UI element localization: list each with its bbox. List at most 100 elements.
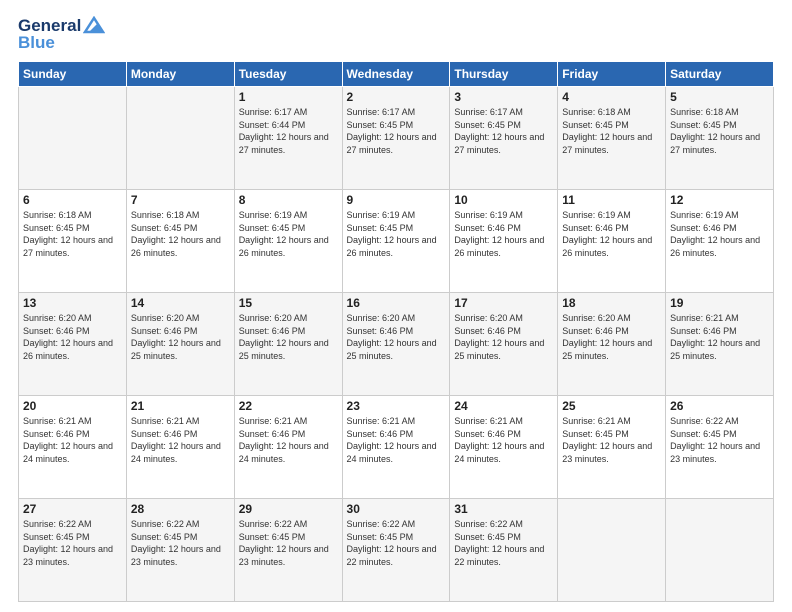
logo-icon — [83, 16, 105, 34]
day-cell: 2Sunrise: 6:17 AMSunset: 6:45 PMDaylight… — [342, 87, 450, 190]
day-header-friday: Friday — [558, 62, 666, 87]
day-number: 1 — [239, 90, 338, 104]
day-number: 8 — [239, 193, 338, 207]
day-info: Sunrise: 6:20 AMSunset: 6:46 PMDaylight:… — [239, 312, 338, 362]
day-info: Sunrise: 6:22 AMSunset: 6:45 PMDaylight:… — [670, 415, 769, 465]
week-row-3: 13 Sunrise: 6:20 AMSunset: 6:46 PMDayligh… — [19, 293, 774, 396]
calendar-header-row: SundayMondayTuesdayWednesdayThursdayFrid… — [19, 62, 774, 87]
day-info: Sunrise: 6:21 AMSunset: 6:46 PMDaylight:… — [131, 415, 230, 465]
header: General Blue — [18, 16, 774, 53]
week-row-4: 20 Sunrise: 6:21 AMSunset: 6:46 PMDayligh… — [19, 396, 774, 499]
day-cell: 6Sunrise: 6:18 AMSunset: 6:45 PMDaylight… — [19, 190, 127, 293]
day-number: 13 — [23, 296, 122, 310]
day-header-wednesday: Wednesday — [342, 62, 450, 87]
calendar-table: SundayMondayTuesdayWednesdayThursdayFrid… — [18, 61, 774, 602]
day-cell — [126, 87, 234, 190]
week-row-2: 6Sunrise: 6:18 AMSunset: 6:45 PMDaylight… — [19, 190, 774, 293]
day-info: Sunrise: 6:21 AMSunset: 6:46 PMDaylight:… — [347, 415, 446, 465]
day-cell: 22 Sunrise: 6:21 AMSunset: 6:46 PMDayligh… — [234, 396, 342, 499]
day-cell: 29Sunrise: 6:22 AMSunset: 6:45 PMDayligh… — [234, 499, 342, 602]
day-info: Sunrise: 6:17 AMSunset: 6:45 PMDaylight:… — [454, 106, 553, 156]
day-info: Sunrise: 6:22 AMSunset: 6:45 PMDaylight:… — [131, 518, 230, 568]
day-number: 17 — [454, 296, 553, 310]
day-cell: 26Sunrise: 6:22 AMSunset: 6:45 PMDayligh… — [666, 396, 774, 499]
day-info: Sunrise: 6:21 AMSunset: 6:46 PMDaylight:… — [23, 415, 122, 465]
day-info: Sunrise: 6:17 AMSunset: 6:44 PMDaylight:… — [239, 106, 338, 156]
day-header-saturday: Saturday — [666, 62, 774, 87]
day-info: Sunrise: 6:19 AMSunset: 6:46 PMDaylight:… — [562, 209, 661, 259]
day-info: Sunrise: 6:22 AMSunset: 6:45 PMDaylight:… — [347, 518, 446, 568]
day-number: 5 — [670, 90, 769, 104]
day-cell: 16 Sunrise: 6:20 AMSunset: 6:46 PMDayligh… — [342, 293, 450, 396]
day-cell: 5 Sunrise: 6:18 AMSunset: 6:45 PMDaylight… — [666, 87, 774, 190]
day-info: Sunrise: 6:21 AMSunset: 6:46 PMDaylight:… — [670, 312, 769, 362]
day-info: Sunrise: 6:18 AMSunset: 6:45 PMDaylight:… — [131, 209, 230, 259]
day-info: Sunrise: 6:18 AMSunset: 6:45 PMDaylight:… — [23, 209, 122, 259]
day-cell: 27Sunrise: 6:22 AMSunset: 6:45 PMDayligh… — [19, 499, 127, 602]
day-number: 22 — [239, 399, 338, 413]
day-cell: 30 Sunrise: 6:22 AMSunset: 6:45 PMDayligh… — [342, 499, 450, 602]
day-info: Sunrise: 6:22 AMSunset: 6:45 PMDaylight:… — [23, 518, 122, 568]
day-cell: 17 Sunrise: 6:20 AMSunset: 6:46 PMDayligh… — [450, 293, 558, 396]
day-number: 24 — [454, 399, 553, 413]
day-cell: 25 Sunrise: 6:21 AMSunset: 6:45 PMDayligh… — [558, 396, 666, 499]
week-row-5: 27Sunrise: 6:22 AMSunset: 6:45 PMDayligh… — [19, 499, 774, 602]
day-number: 23 — [347, 399, 446, 413]
day-header-tuesday: Tuesday — [234, 62, 342, 87]
day-info: Sunrise: 6:18 AMSunset: 6:45 PMDaylight:… — [562, 106, 661, 156]
day-cell: 8Sunrise: 6:19 AMSunset: 6:45 PMDaylight… — [234, 190, 342, 293]
day-number: 31 — [454, 502, 553, 516]
day-info: Sunrise: 6:22 AMSunset: 6:45 PMDaylight:… — [239, 518, 338, 568]
week-row-1: 1 Sunrise: 6:17 AMSunset: 6:44 PMDaylight… — [19, 87, 774, 190]
day-number: 2 — [347, 90, 446, 104]
day-cell: 13 Sunrise: 6:20 AMSunset: 6:46 PMDayligh… — [19, 293, 127, 396]
day-cell: 11 Sunrise: 6:19 AMSunset: 6:46 PMDayligh… — [558, 190, 666, 293]
day-cell: 10Sunrise: 6:19 AMSunset: 6:46 PMDayligh… — [450, 190, 558, 293]
day-cell: 4 Sunrise: 6:18 AMSunset: 6:45 PMDaylight… — [558, 87, 666, 190]
logo: General Blue — [18, 16, 105, 53]
day-cell: 31 Sunrise: 6:22 AMSunset: 6:45 PMDayligh… — [450, 499, 558, 602]
day-info: Sunrise: 6:20 AMSunset: 6:46 PMDaylight:… — [562, 312, 661, 362]
day-cell: 28 Sunrise: 6:22 AMSunset: 6:45 PMDayligh… — [126, 499, 234, 602]
day-number: 20 — [23, 399, 122, 413]
day-info: Sunrise: 6:20 AMSunset: 6:46 PMDaylight:… — [131, 312, 230, 362]
day-info: Sunrise: 6:21 AMSunset: 6:46 PMDaylight:… — [239, 415, 338, 465]
day-cell: 21 Sunrise: 6:21 AMSunset: 6:46 PMDayligh… — [126, 396, 234, 499]
day-cell — [666, 499, 774, 602]
day-number: 10 — [454, 193, 553, 207]
day-number: 30 — [347, 502, 446, 516]
day-cell: 20 Sunrise: 6:21 AMSunset: 6:46 PMDayligh… — [19, 396, 127, 499]
day-cell: 3 Sunrise: 6:17 AMSunset: 6:45 PMDaylight… — [450, 87, 558, 190]
day-header-sunday: Sunday — [19, 62, 127, 87]
day-number: 18 — [562, 296, 661, 310]
day-cell: 23 Sunrise: 6:21 AMSunset: 6:46 PMDayligh… — [342, 396, 450, 499]
day-number: 9 — [347, 193, 446, 207]
day-info: Sunrise: 6:22 AMSunset: 6:45 PMDaylight:… — [454, 518, 553, 568]
day-info: Sunrise: 6:20 AMSunset: 6:46 PMDaylight:… — [454, 312, 553, 362]
day-number: 7 — [131, 193, 230, 207]
day-info: Sunrise: 6:18 AMSunset: 6:45 PMDaylight:… — [670, 106, 769, 156]
day-number: 11 — [562, 193, 661, 207]
day-number: 16 — [347, 296, 446, 310]
day-number: 14 — [131, 296, 230, 310]
day-cell: 24 Sunrise: 6:21 AMSunset: 6:46 PMDayligh… — [450, 396, 558, 499]
day-number: 4 — [562, 90, 661, 104]
day-info: Sunrise: 6:19 AMSunset: 6:45 PMDaylight:… — [347, 209, 446, 259]
day-cell: 18 Sunrise: 6:20 AMSunset: 6:46 PMDayligh… — [558, 293, 666, 396]
day-number: 19 — [670, 296, 769, 310]
day-info: Sunrise: 6:20 AMSunset: 6:46 PMDaylight:… — [347, 312, 446, 362]
day-cell: 1 Sunrise: 6:17 AMSunset: 6:44 PMDaylight… — [234, 87, 342, 190]
day-number: 28 — [131, 502, 230, 516]
day-number: 25 — [562, 399, 661, 413]
day-number: 3 — [454, 90, 553, 104]
day-cell: 7 Sunrise: 6:18 AMSunset: 6:45 PMDaylight… — [126, 190, 234, 293]
day-number: 21 — [131, 399, 230, 413]
day-number: 15 — [239, 296, 338, 310]
day-info: Sunrise: 6:20 AMSunset: 6:46 PMDaylight:… — [23, 312, 122, 362]
day-info: Sunrise: 6:21 AMSunset: 6:45 PMDaylight:… — [562, 415, 661, 465]
page: General Blue SundayMondayTuesdayWednesda… — [0, 0, 792, 612]
day-info: Sunrise: 6:19 AMSunset: 6:46 PMDaylight:… — [670, 209, 769, 259]
day-header-thursday: Thursday — [450, 62, 558, 87]
day-cell: 12Sunrise: 6:19 AMSunset: 6:46 PMDayligh… — [666, 190, 774, 293]
day-info: Sunrise: 6:21 AMSunset: 6:46 PMDaylight:… — [454, 415, 553, 465]
